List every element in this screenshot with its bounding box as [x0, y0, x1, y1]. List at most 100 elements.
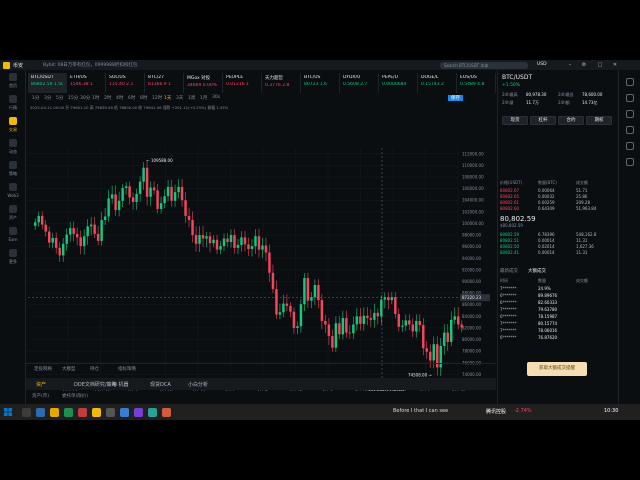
bid-row[interactable]: 80802.51 0.00014 11.31: [500, 238, 614, 243]
search-input[interactable]: Search BTC/USDT 本体: [440, 61, 528, 69]
chart-bottom-tab[interactable]: 定投网格: [34, 366, 52, 372]
settings-icon[interactable]: ⚙: [580, 61, 588, 69]
bell-icon[interactable]: [625, 78, 634, 86]
nav-item[interactable]: 资产: [0, 202, 26, 224]
maximize-icon[interactable]: □: [596, 61, 604, 69]
ticker-tab[interactable]: PEPE/U 0.0000684: [379, 73, 418, 93]
trades-tab[interactable]: 最新成交: [500, 268, 518, 274]
interval-button[interactable]: 6时: [128, 95, 135, 101]
nav-item[interactable]: 动态: [0, 136, 26, 158]
minimize-icon[interactable]: –: [566, 61, 574, 69]
ticker-tab[interactable]: DOGE/L 0.15743 2: [418, 73, 457, 93]
bid-row[interactable]: 80802.50 0.02014 1,627.36: [500, 244, 614, 249]
app-icon[interactable]: [78, 408, 87, 417]
interval-button[interactable]: 1天: [164, 95, 171, 101]
interval-button[interactable]: 1月: [200, 95, 207, 101]
panel-subtab[interactable]: 资产(币): [32, 393, 49, 399]
interval-button[interactable]: 1时: [92, 95, 99, 101]
nav-item[interactable]: 行情: [0, 92, 26, 114]
ticker-tab[interactable]: BTC/US 80723 1.6: [301, 73, 340, 93]
interval-button[interactable]: 30s: [212, 95, 220, 100]
ticker-tab[interactable]: BTC/USDT 80802.59 1.50: [28, 73, 67, 93]
nav-item[interactable]: 首页: [0, 70, 26, 92]
panel-tab[interactable]: AI 机器: [112, 381, 129, 388]
candle-body: [345, 318, 348, 333]
panel-subtab[interactable]: 委托单(限价): [62, 393, 88, 399]
ask-row[interactable]: 80802.67 0.00064 51.71: [500, 188, 614, 193]
panel-tab[interactable]: 资产: [36, 381, 46, 388]
interval-button[interactable]: 8时: [140, 95, 147, 101]
trades-tab[interactable]: 大额成交: [528, 268, 546, 274]
interval-button[interactable]: 15分: [68, 95, 78, 101]
panel-tab[interactable]: 现货DCA: [150, 381, 171, 388]
bid-row[interactable]: 80802.59 6.78396 548,162.8: [500, 232, 614, 237]
panel-tab[interactable]: DDE文档研究/策略: [74, 381, 117, 388]
bookmark-icon[interactable]: [625, 94, 634, 102]
ticker-tab[interactable]: MGox 对投 34669 0.00%: [184, 73, 223, 93]
calculator-icon[interactable]: [625, 126, 634, 134]
close-icon[interactable]: ✕: [611, 61, 619, 69]
ticker-tab[interactable]: ETH/US 1546.38 1: [67, 73, 106, 93]
ticker-tab[interactable]: DYDX/U 0.5608 2.7: [340, 73, 379, 93]
chat-icon[interactable]: [625, 142, 634, 150]
market-type-button[interactable]: 期权: [586, 116, 612, 125]
nav-item[interactable]: 更多: [0, 246, 26, 268]
app-icon[interactable]: [120, 408, 129, 417]
interval-button[interactable]: 1周: [188, 95, 195, 101]
candle-body: [34, 222, 37, 226]
save-button[interactable]: 保存: [448, 95, 463, 101]
interval-button[interactable]: 1分: [32, 95, 39, 101]
task-view-icon[interactable]: [36, 408, 45, 417]
candle-body: [51, 237, 54, 243]
interval-button[interactable]: 2时: [104, 95, 111, 101]
market-type-button[interactable]: 现货: [502, 116, 528, 125]
search-icon[interactable]: [22, 408, 31, 417]
ticker-tab[interactable]: EOS/US 0.5489 4.8: [457, 73, 496, 93]
large-trade-alert-popup[interactable]: 获取大额成交提醒: [527, 362, 587, 376]
nav-item[interactable]: 策略: [0, 158, 26, 180]
interval-button[interactable]: 30分: [80, 95, 90, 101]
chart-bottom-tab[interactable]: 大模型: [62, 366, 76, 372]
ask-row[interactable]: 80802.61 0.00259 209.28: [500, 200, 614, 205]
app-icon[interactable]: [148, 408, 157, 417]
ticker-tab[interactable]: BTC/27 81366.9 1: [145, 73, 184, 93]
nav-icon: [9, 183, 17, 191]
candle-body: [215, 239, 219, 250]
interval-button[interactable]: 3天: [176, 95, 183, 101]
candle-body: [432, 344, 435, 361]
settings-icon[interactable]: [625, 158, 634, 166]
browser-icon[interactable]: [64, 408, 73, 417]
interval-button[interactable]: 5分: [56, 95, 63, 101]
candle-body: [257, 236, 261, 250]
binance-app-icon[interactable]: [92, 408, 101, 417]
chart-bottom-tab[interactable]: 持仓: [90, 366, 99, 372]
interval-button[interactable]: 12时: [152, 95, 162, 101]
layout-icon[interactable]: [625, 110, 634, 118]
ticker-tab[interactable]: PEOPLE 0.01216 1: [223, 73, 262, 93]
app-icon[interactable]: [106, 408, 115, 417]
bid-row[interactable]: 80802.41 0.00014 11.31: [500, 250, 614, 255]
nav-item[interactable]: Web3: [0, 180, 26, 202]
ticker-tab[interactable]: 天力超哲 0.3776 2.8: [262, 73, 301, 93]
app-icon[interactable]: [134, 408, 143, 417]
candlestick-chart[interactable]: 112000.00 110000.00 108000.00 106000.00 1040…: [28, 112, 494, 420]
nav-item[interactable]: Earn: [0, 224, 26, 246]
panel-tab[interactable]: 小白分析: [188, 381, 208, 388]
news-ticker[interactable]: Bybit: 08日万带有红包，0999988折扣扣红包: [43, 62, 137, 68]
interval-button[interactable]: 3分: [44, 95, 51, 101]
ask-row[interactable]: 80802.60 0.64309 51,963.84: [500, 206, 614, 211]
windows-start-icon[interactable]: [4, 408, 12, 416]
pair-title[interactable]: BTC/USDT: [502, 74, 532, 81]
interval-button[interactable]: 4时: [116, 95, 123, 101]
file-explorer-icon[interactable]: [50, 408, 59, 417]
ask-cell: 0.00064: [538, 188, 555, 193]
ask-cell: 0.64309: [538, 206, 555, 211]
ask-row[interactable]: 80802.65 0.00032 25.86: [500, 194, 614, 199]
ticker-tab[interactable]: SOL/US 115.40 2.1: [106, 73, 145, 93]
market-type-button[interactable]: 杠杆: [530, 116, 556, 125]
currency-select[interactable]: USD: [537, 61, 547, 69]
app-icon[interactable]: [162, 408, 171, 417]
market-type-button[interactable]: 合约: [558, 116, 584, 125]
nav-item[interactable]: 交易: [0, 114, 26, 136]
chart-bottom-tab[interactable]: 指标策略: [118, 366, 136, 372]
